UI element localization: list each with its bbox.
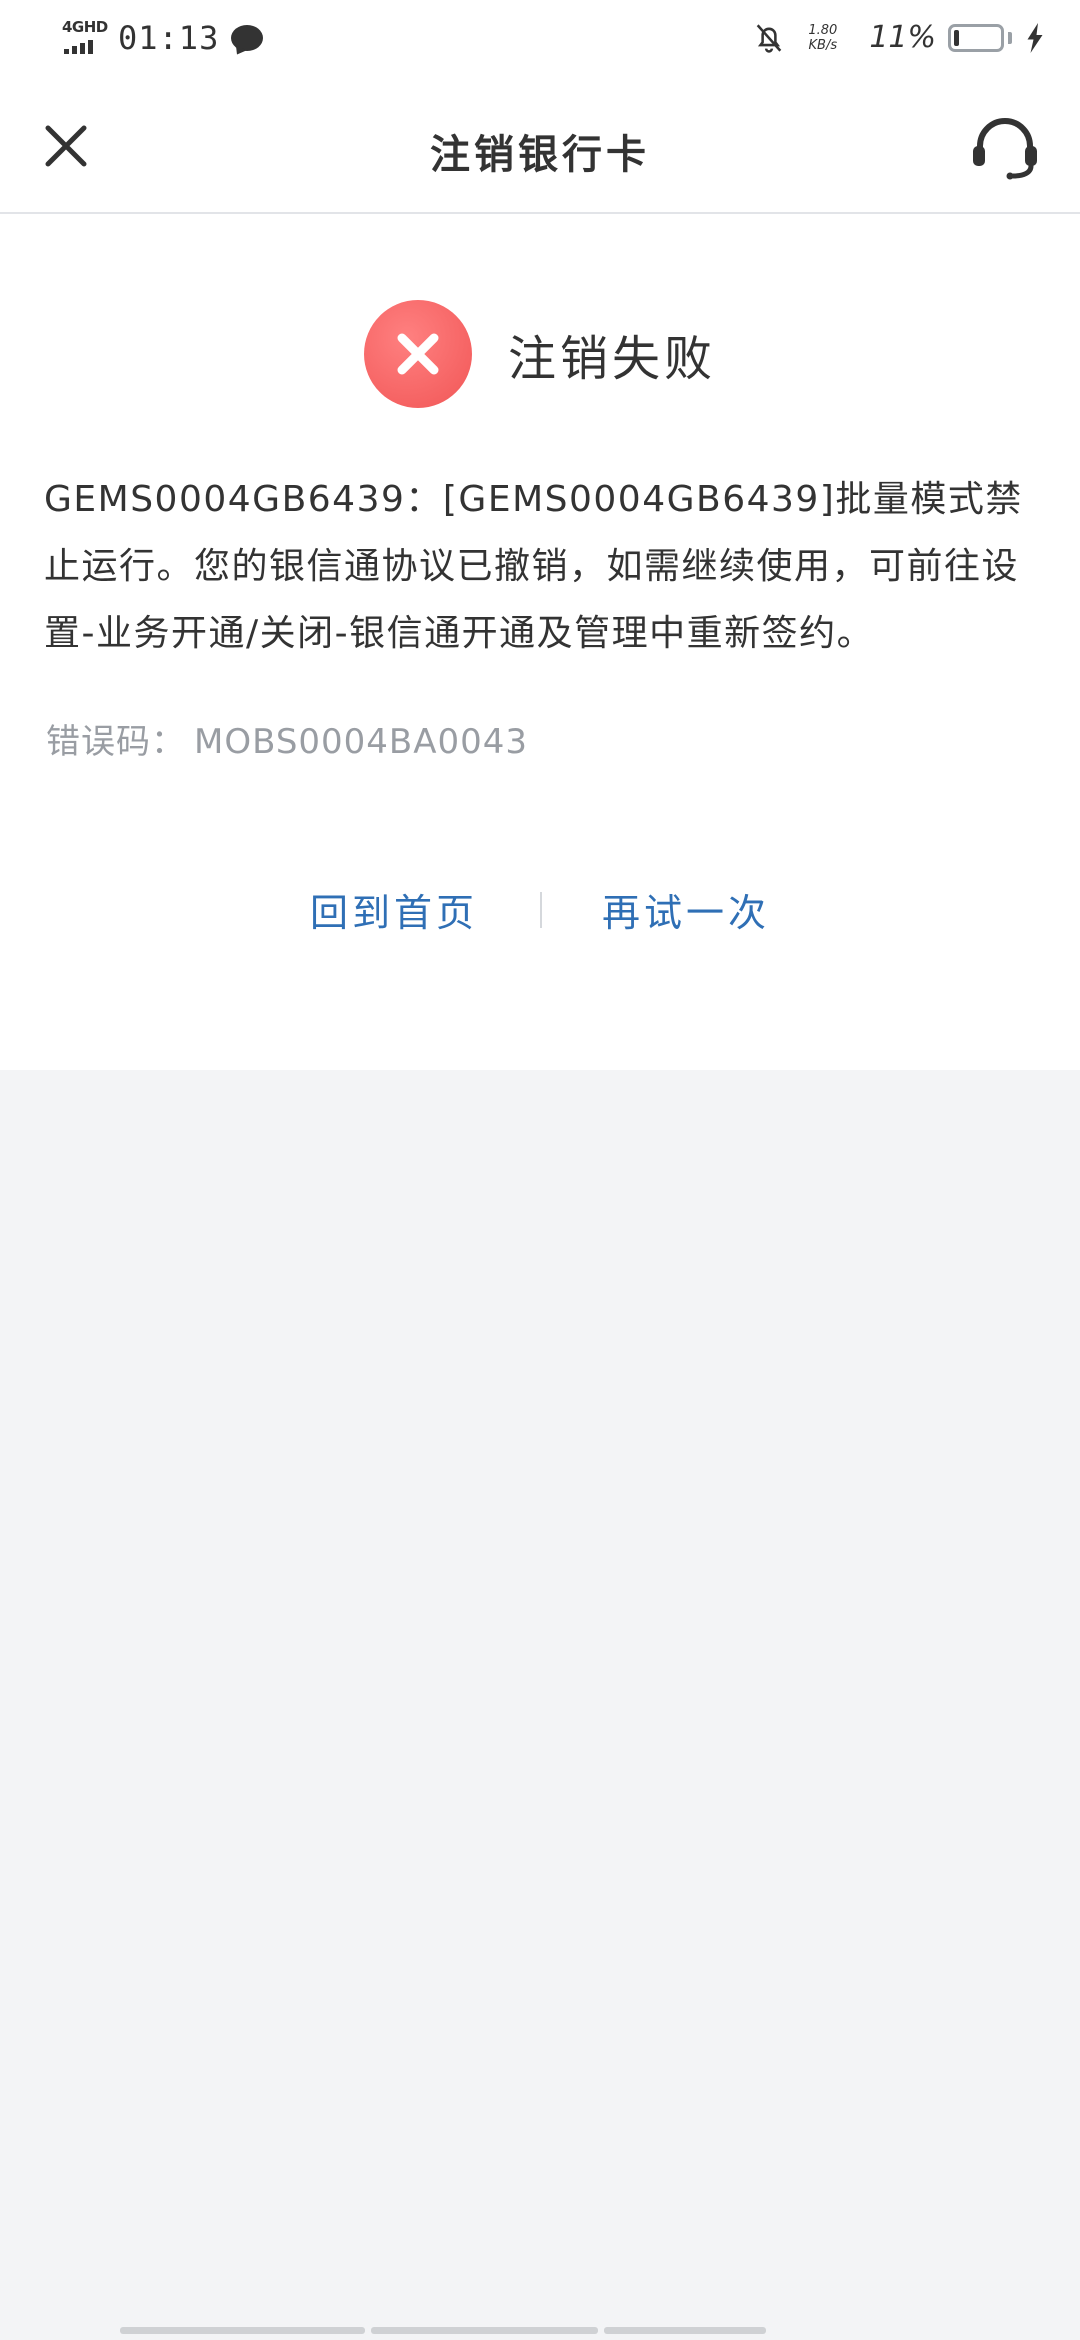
customer-service-icon[interactable] bbox=[970, 114, 1040, 180]
result-panel: 注销失败 GEMS0004GB6439：[GEMS0004GB6439]批量模式… bbox=[0, 214, 1080, 1070]
retry-button[interactable]: 再试一次 bbox=[602, 882, 770, 937]
error-message: GEMS0004GB6439：[GEMS0004GB6439]批量模式禁止运行。… bbox=[44, 479, 1023, 654]
action-bar: 回到首页 再试一次 bbox=[0, 882, 1080, 937]
network-speed-value: 1.80 bbox=[808, 22, 838, 38]
status-right: 1.80 KB/s 11% bbox=[752, 20, 1044, 55]
page-title: 注销银行卡 bbox=[430, 132, 650, 178]
battery-icon bbox=[948, 23, 1004, 52]
error-code-line: 错误码： MOBS0004BA0043 bbox=[46, 714, 528, 763]
network-speed-unit: KB/s bbox=[808, 37, 838, 53]
message-icon bbox=[231, 25, 264, 51]
signal-icon: 4GHD bbox=[62, 18, 110, 58]
mute-bell-icon bbox=[757, 23, 782, 53]
network-type: 4GHD bbox=[62, 18, 108, 36]
status-time: 01:13 bbox=[118, 19, 220, 57]
navigation-bar: 注销银行卡 bbox=[0, 80, 1080, 214]
status-bar: 4GHD 01:13 1.80 KB/s 11% bbox=[0, 0, 1080, 80]
gesture-bar bbox=[120, 2327, 766, 2334]
error-code-value: MOBS0004BA0043 bbox=[194, 722, 529, 762]
error-code-label: 错误码： bbox=[46, 722, 186, 762]
result-title: 注销失败 bbox=[507, 331, 716, 387]
result-header: 注销失败 bbox=[0, 300, 1080, 408]
status-left: 4GHD 01:13 bbox=[62, 18, 264, 58]
fail-x-icon bbox=[363, 300, 472, 408]
charging-bolt-icon bbox=[1027, 22, 1043, 53]
battery-percent: 11% bbox=[869, 20, 936, 55]
network-speed: 1.80 KB/s bbox=[808, 23, 837, 53]
action-divider bbox=[540, 891, 542, 928]
battery-tip bbox=[1008, 31, 1012, 44]
back-to-home-button[interactable]: 回到首页 bbox=[310, 882, 478, 937]
battery-fill bbox=[954, 29, 959, 46]
